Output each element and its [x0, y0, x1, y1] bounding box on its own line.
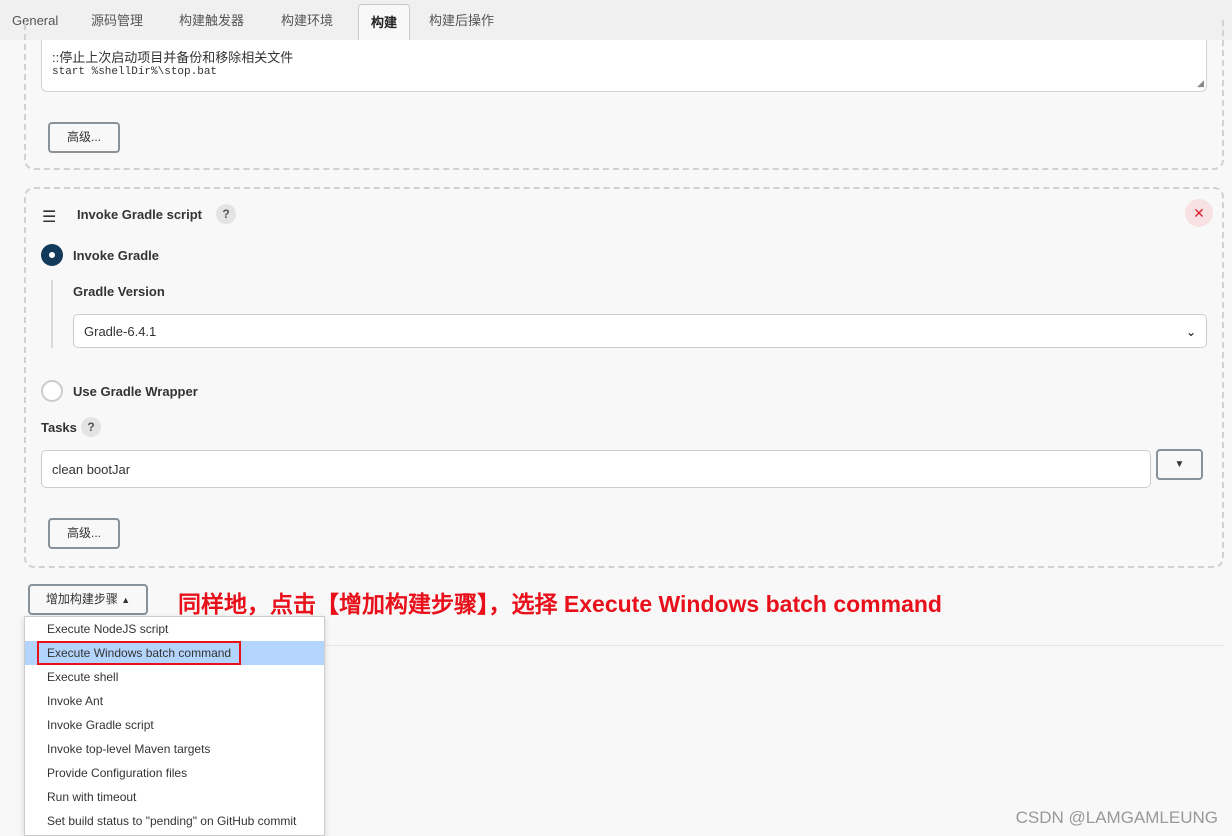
menu-item[interactable]: Execute shell — [25, 665, 324, 689]
step-title: Invoke Gradle script — [77, 207, 202, 222]
highlight-box — [37, 641, 241, 665]
add-build-step-button[interactable]: 增加构建步骤 ▲ — [28, 584, 148, 615]
field-label: Tasks — [41, 420, 77, 435]
radio-label: Use Gradle Wrapper — [73, 384, 198, 399]
annotation-text: 同样地，点击【增加构建步骤】，选择 Execute Windows batch … — [178, 591, 942, 617]
select-value: Gradle-6.4.1 — [84, 324, 157, 339]
menu-item[interactable]: Provide Configuration files — [25, 761, 324, 785]
drag-handle-icon[interactable]: ☰ — [42, 207, 56, 227]
batch-script-textarea[interactable]: ::停止上次启动项目并备份和移除相关文件 start %shellDir%\st… — [41, 40, 1207, 92]
radio-label: Invoke Gradle — [73, 248, 159, 263]
menu-item-highlighted[interactable]: Execute Windows batch command — [25, 641, 324, 665]
help-icon[interactable]: ? — [216, 204, 236, 224]
field-label: Gradle Version — [73, 284, 165, 299]
help-icon[interactable]: ? — [81, 417, 101, 437]
delete-step-icon[interactable]: ✕ — [1185, 199, 1213, 227]
caret-up-icon: ▲ — [121, 595, 131, 605]
script-line: ::停止上次启动项目并备份和移除相关文件 — [52, 50, 294, 65]
watermark: CSDN @LAMGAMLEUNG — [1015, 808, 1218, 827]
advanced-button[interactable]: 高级... — [48, 122, 120, 153]
gradle-build-step — [24, 187, 1224, 568]
menu-item[interactable]: Run with timeout — [25, 785, 324, 809]
radio-use-wrapper[interactable] — [41, 380, 63, 402]
menu-item[interactable]: Execute NodeJS script — [25, 617, 324, 641]
advanced-button[interactable]: 高级... — [48, 518, 120, 549]
expand-tasks-button[interactable]: ▼ — [1156, 449, 1203, 480]
build-step-menu: Execute NodeJS script Execute Windows ba… — [24, 616, 325, 836]
menu-item[interactable]: Invoke top-level Maven targets — [25, 737, 324, 761]
divider — [51, 280, 53, 348]
tasks-input[interactable]: clean bootJar — [41, 450, 1151, 488]
chevron-down-icon: ⌄ — [1185, 325, 1196, 339]
script-line: start %shellDir%\stop.bat — [52, 66, 218, 78]
resize-handle-icon[interactable]: ◢ — [1197, 78, 1204, 89]
menu-item[interactable]: Invoke Ant — [25, 689, 324, 713]
gradle-version-select[interactable]: Gradle-6.4.1 ⌄ — [73, 314, 1207, 348]
menu-item[interactable]: Set build status to "pending" on GitHub … — [25, 809, 324, 833]
menu-item[interactable]: Invoke Gradle script — [25, 713, 324, 737]
button-label: 增加构建步骤 — [45, 592, 118, 606]
triangle-down-icon: ▼ — [1174, 459, 1185, 470]
radio-invoke-gradle[interactable] — [41, 244, 63, 266]
